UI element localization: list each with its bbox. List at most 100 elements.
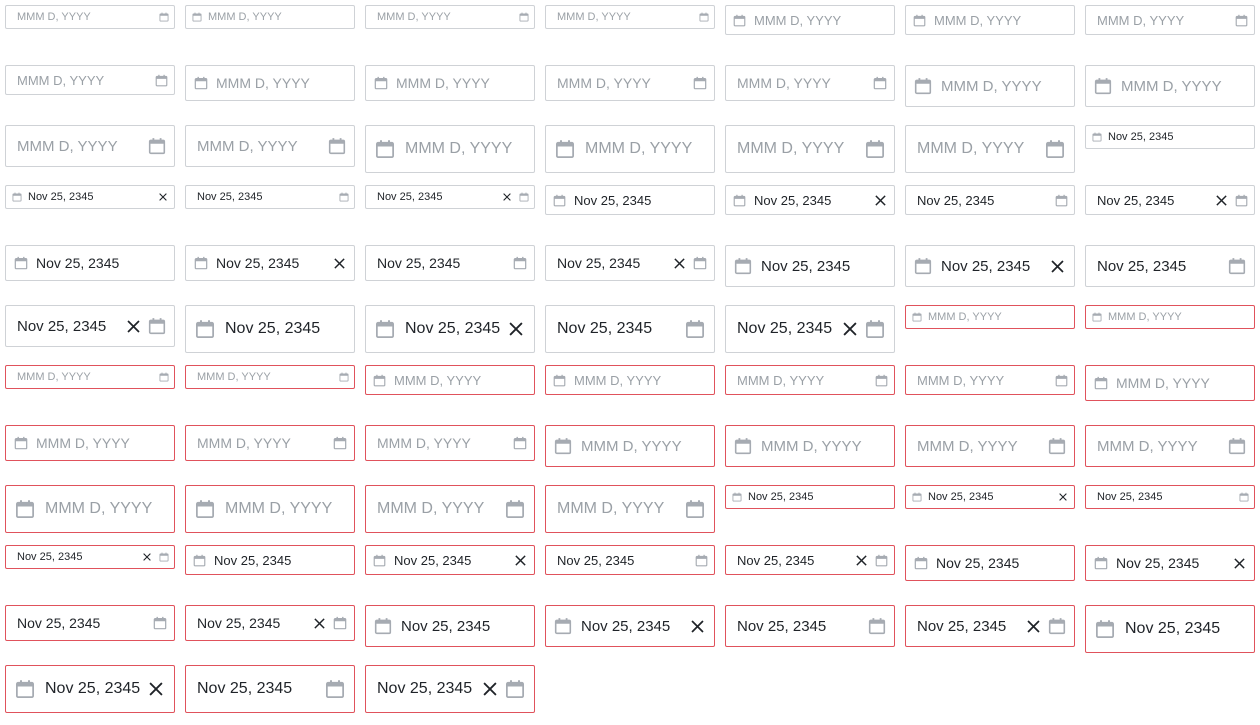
calendar-icon[interactable] — [554, 437, 572, 455]
date-input[interactable]: MMM D, YYYY — [365, 365, 535, 395]
date-input[interactable]: MMM D, YYYY — [365, 425, 535, 461]
calendar-icon[interactable] — [875, 374, 888, 387]
close-icon[interactable] — [875, 194, 886, 206]
date-input[interactable]: MMM D, YYYY — [725, 365, 895, 395]
calendar-icon[interactable] — [148, 137, 166, 155]
calendar-icon[interactable] — [1095, 619, 1115, 639]
close-icon[interactable] — [1234, 557, 1245, 569]
date-input[interactable]: Nov 25, 2345 — [905, 605, 1075, 647]
calendar-icon[interactable] — [734, 257, 752, 275]
calendar-icon[interactable] — [1045, 139, 1065, 159]
calendar-icon[interactable] — [153, 616, 167, 630]
date-input[interactable]: Nov 25, 2345 — [545, 245, 715, 281]
calendar-icon[interactable] — [913, 14, 926, 27]
calendar-icon[interactable] — [1092, 132, 1102, 142]
close-icon[interactable] — [334, 257, 345, 269]
calendar-icon[interactable] — [1235, 14, 1248, 27]
calendar-icon[interactable] — [505, 499, 525, 519]
date-input[interactable]: MMM D, YYYY — [545, 65, 715, 101]
calendar-icon[interactable] — [159, 552, 169, 562]
calendar-icon[interactable] — [195, 319, 215, 339]
calendar-icon[interactable] — [732, 492, 742, 502]
date-input[interactable]: Nov 25, 2345 — [1085, 185, 1255, 215]
date-input[interactable]: Nov 25, 2345 — [725, 605, 895, 647]
date-input[interactable]: Nov 25, 2345 — [725, 485, 895, 509]
calendar-icon[interactable] — [333, 616, 347, 630]
calendar-icon[interactable] — [159, 12, 169, 22]
date-input[interactable]: MMM D, YYYY — [905, 365, 1075, 395]
date-input[interactable]: Nov 25, 2345 — [5, 545, 175, 569]
date-input[interactable]: MMM D, YYYY — [545, 425, 715, 467]
calendar-icon[interactable] — [12, 192, 22, 202]
calendar-icon[interactable] — [1094, 376, 1108, 390]
calendar-icon[interactable] — [868, 617, 886, 635]
close-icon[interactable] — [149, 682, 163, 696]
calendar-icon[interactable] — [693, 76, 707, 90]
close-icon[interactable] — [127, 319, 140, 333]
date-input[interactable]: MMM D, YYYY — [5, 125, 175, 167]
calendar-icon[interactable] — [194, 256, 208, 270]
date-input[interactable]: MMM D, YYYY — [185, 485, 355, 533]
date-input[interactable]: MMM D, YYYY — [1085, 305, 1255, 329]
calendar-icon[interactable] — [733, 194, 746, 207]
calendar-icon[interactable] — [693, 256, 707, 270]
date-input[interactable]: MMM D, YYYY — [1085, 425, 1255, 467]
date-input[interactable]: Nov 25, 2345 — [365, 185, 535, 209]
date-input[interactable]: MMM D, YYYY — [185, 5, 355, 29]
calendar-icon[interactable] — [1055, 374, 1068, 387]
date-input[interactable]: MMM D, YYYY — [365, 65, 535, 101]
calendar-icon[interactable] — [374, 76, 388, 90]
calendar-icon[interactable] — [912, 492, 922, 502]
calendar-icon[interactable] — [1228, 257, 1246, 275]
calendar-icon[interactable] — [865, 139, 885, 159]
date-input[interactable]: MMM D, YYYY — [545, 125, 715, 173]
close-icon[interactable] — [483, 682, 497, 696]
date-input[interactable]: MMM D, YYYY — [905, 425, 1075, 467]
date-input[interactable]: Nov 25, 2345 — [545, 185, 715, 215]
close-icon[interactable] — [503, 193, 511, 201]
date-input[interactable]: Nov 25, 2345 — [725, 245, 895, 287]
date-input[interactable]: MMM D, YYYY — [185, 425, 355, 461]
close-icon[interactable] — [1051, 259, 1064, 273]
calendar-icon[interactable] — [734, 437, 752, 455]
date-input[interactable]: MMM D, YYYY — [365, 485, 535, 533]
calendar-icon[interactable] — [519, 12, 529, 22]
date-input[interactable]: Nov 25, 2345 — [1085, 125, 1255, 149]
calendar-icon[interactable] — [373, 374, 386, 387]
calendar-icon[interactable] — [14, 256, 28, 270]
calendar-icon[interactable] — [333, 436, 347, 450]
calendar-icon[interactable] — [375, 139, 395, 159]
date-input[interactable]: Nov 25, 2345 — [185, 185, 355, 209]
calendar-icon[interactable] — [195, 499, 215, 519]
close-icon[interactable] — [691, 619, 704, 633]
date-input[interactable]: Nov 25, 2345 — [545, 545, 715, 575]
date-input[interactable]: MMM D, YYYY — [5, 425, 175, 461]
date-input[interactable]: MMM D, YYYY — [5, 65, 175, 95]
close-icon[interactable] — [1027, 619, 1040, 633]
calendar-icon[interactable] — [194, 76, 208, 90]
calendar-icon[interactable] — [148, 317, 166, 335]
date-input[interactable]: MMM D, YYYY — [725, 5, 895, 35]
calendar-icon[interactable] — [328, 137, 346, 155]
date-input[interactable]: Nov 25, 2345 — [905, 485, 1075, 509]
calendar-icon[interactable] — [865, 319, 885, 339]
date-input[interactable]: MMM D, YYYY — [725, 425, 895, 467]
date-input[interactable]: Nov 25, 2345 — [1085, 485, 1255, 509]
date-input[interactable]: Nov 25, 2345 — [365, 245, 535, 281]
calendar-icon[interactable] — [339, 372, 349, 382]
calendar-icon[interactable] — [15, 499, 35, 519]
calendar-icon[interactable] — [1048, 437, 1066, 455]
calendar-icon[interactable] — [555, 139, 575, 159]
date-input[interactable]: Nov 25, 2345 — [365, 305, 535, 353]
calendar-icon[interactable] — [914, 257, 932, 275]
date-input[interactable]: Nov 25, 2345 — [5, 665, 175, 713]
calendar-icon[interactable] — [1092, 312, 1102, 322]
date-input[interactable]: Nov 25, 2345 — [365, 545, 535, 575]
date-input[interactable]: Nov 25, 2345 — [185, 605, 355, 641]
date-input[interactable]: Nov 25, 2345 — [545, 305, 715, 353]
date-input[interactable]: MMM D, YYYY — [365, 5, 535, 29]
calendar-icon[interactable] — [339, 192, 349, 202]
calendar-icon[interactable] — [1235, 194, 1248, 207]
calendar-icon[interactable] — [553, 374, 566, 387]
calendar-icon[interactable] — [193, 554, 206, 567]
